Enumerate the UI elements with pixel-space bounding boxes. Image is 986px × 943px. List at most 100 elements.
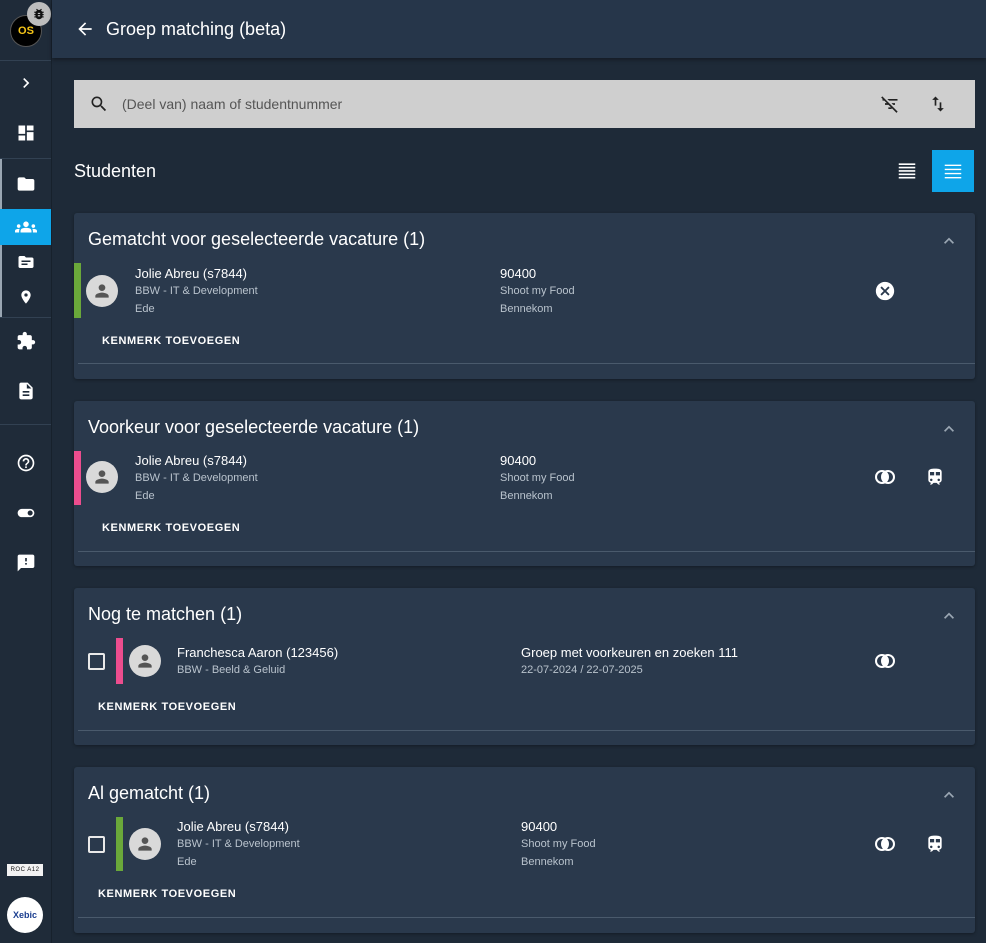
- panel-title: Gematcht voor geselecteerde vacature (1): [88, 229, 426, 249]
- clear-filters-button[interactable]: [878, 92, 902, 116]
- match-icon: [875, 837, 895, 851]
- cancel-icon: [875, 281, 895, 301]
- dense-list-view-button[interactable]: [886, 150, 928, 192]
- sidebar-item-shared-folder[interactable]: [0, 244, 51, 280]
- train-icon: [928, 835, 942, 852]
- list-view-button[interactable]: [932, 150, 974, 192]
- student-program: BBW - IT & Development: [135, 285, 258, 297]
- sidebar-item-toggle[interactable]: [0, 495, 51, 531]
- person-icon: [95, 470, 109, 484]
- xebic-logo[interactable]: Xebic: [7, 897, 43, 933]
- panel-divider: [78, 363, 975, 364]
- avatar: [86, 461, 118, 493]
- sidebar-divider: [0, 424, 51, 425]
- xebic-logo-text: Xebic: [12, 910, 37, 920]
- panel-already-matched: Al gematcht (1) Jolie Abreu (s7844) BBW …: [74, 767, 975, 933]
- sidebar-item-extensions[interactable]: [0, 323, 51, 359]
- search-icon: [88, 93, 110, 115]
- sidebar-item-help[interactable]: [0, 445, 51, 481]
- match-icon: [875, 470, 895, 484]
- remove-match-button[interactable]: [873, 279, 897, 303]
- status-indicator: [74, 263, 81, 318]
- list-item[interactable]: Jolie Abreu (s7844) BBW - IT & Developme…: [74, 263, 975, 318]
- match-button[interactable]: [873, 649, 897, 673]
- status-indicator: [116, 638, 123, 684]
- add-characteristic-button[interactable]: KENMERK TOEVOEGEN: [98, 888, 236, 900]
- list-item[interactable]: Jolie Abreu (s7844) BBW - IT & Developme…: [74, 817, 975, 871]
- list-icon: [944, 164, 962, 179]
- select-checkbox[interactable]: [88, 836, 105, 853]
- person-icon: [138, 837, 152, 851]
- collapse-button[interactable]: [939, 231, 959, 251]
- match-icon: [875, 654, 895, 668]
- sidebar-item-feedback[interactable]: [0, 545, 51, 581]
- select-checkbox[interactable]: [88, 653, 105, 670]
- folder-shared-icon: [18, 256, 33, 268]
- sidebar-item-location[interactable]: [0, 279, 51, 315]
- puzzle-icon: [17, 331, 35, 350]
- sort-button[interactable]: [926, 92, 950, 116]
- vacancy-company: Shoot my Food: [500, 472, 575, 484]
- vacancy-id: 90400: [500, 266, 537, 281]
- chevron-up-icon: [944, 791, 954, 798]
- list-item[interactable]: Jolie Abreu (s7844) BBW - IT & Developme…: [74, 451, 975, 505]
- feedback-icon: [17, 554, 34, 572]
- group-period: 22-07-2024 / 22-07-2025: [521, 664, 643, 676]
- avatar: [129, 645, 161, 677]
- match-button[interactable]: [873, 832, 897, 856]
- sidebar-divider: [0, 60, 51, 61]
- page-title: Groep matching (beta): [106, 18, 287, 39]
- panel-preference-selected: Voorkeur voor geselecteerde vacature (1)…: [74, 401, 975, 566]
- student-city: Ede: [177, 856, 197, 868]
- search-bar: [74, 80, 975, 128]
- panel-matched-selected: Gematcht voor geselecteerde vacature (1)…: [74, 213, 975, 379]
- travel-button[interactable]: [923, 465, 947, 489]
- collapse-button[interactable]: [939, 785, 959, 805]
- student-city: Ede: [135, 303, 155, 315]
- train-icon: [928, 468, 942, 485]
- sidebar-divider: [0, 158, 51, 159]
- sidebar-divider: [0, 317, 51, 318]
- group-name: Groep met voorkeuren en zoeken 111: [521, 645, 739, 660]
- collapse-button[interactable]: [939, 606, 959, 626]
- collapse-button[interactable]: [939, 419, 959, 439]
- group-icon: [14, 221, 37, 233]
- panel-divider: [78, 730, 975, 731]
- match-button[interactable]: [873, 465, 897, 489]
- student-city: Ede: [135, 490, 155, 502]
- chevron-up-icon: [944, 612, 954, 619]
- app-logo-text: OS: [18, 25, 34, 37]
- chevron-up-icon: [944, 237, 954, 244]
- vacancy-company: Shoot my Food: [500, 285, 575, 297]
- sidebar-expand-button[interactable]: [0, 65, 51, 101]
- panel-title: Al gematcht (1): [88, 783, 211, 803]
- vacancy-city: Bennekom: [521, 856, 574, 868]
- sidebar-item-folder[interactable]: [0, 166, 51, 202]
- travel-button[interactable]: [923, 832, 947, 856]
- vacancy-id: 90400: [521, 819, 558, 834]
- back-button[interactable]: [74, 18, 96, 40]
- filter-off-icon: [881, 96, 898, 113]
- panel-divider: [78, 917, 975, 918]
- sort-icon: [932, 96, 944, 112]
- panel-to-match: Nog te matchen (1) Franchesca Aaron (123…: [74, 588, 975, 745]
- sidebar-item-dashboard[interactable]: [0, 115, 51, 151]
- search-input[interactable]: [120, 95, 864, 113]
- sidebar-item-documents[interactable]: [0, 373, 51, 409]
- sidebar-item-group-matching[interactable]: [0, 209, 51, 245]
- panel-title: Nog te matchen (1): [88, 604, 243, 624]
- add-characteristic-button[interactable]: KENMERK TOEVOEGEN: [102, 522, 240, 534]
- roc-logo-text: ROC A12: [10, 867, 40, 873]
- student-name: Franchesca Aaron (123456): [177, 645, 339, 660]
- student-program: BBW - IT & Development: [135, 472, 258, 484]
- bug-icon[interactable]: [27, 2, 51, 26]
- add-characteristic-button[interactable]: KENMERK TOEVOEGEN: [102, 335, 240, 347]
- add-characteristic-button[interactable]: KENMERK TOEVOEGEN: [98, 701, 236, 713]
- list-item[interactable]: Franchesca Aaron (123456) BBW - Beeld & …: [74, 638, 975, 684]
- top-bar: Groep matching (beta): [52, 0, 986, 58]
- help-icon: [17, 454, 34, 472]
- student-name: Jolie Abreu (s7844): [135, 266, 248, 281]
- status-indicator: [74, 451, 81, 505]
- document-icon: [18, 382, 33, 400]
- person-icon: [95, 284, 109, 298]
